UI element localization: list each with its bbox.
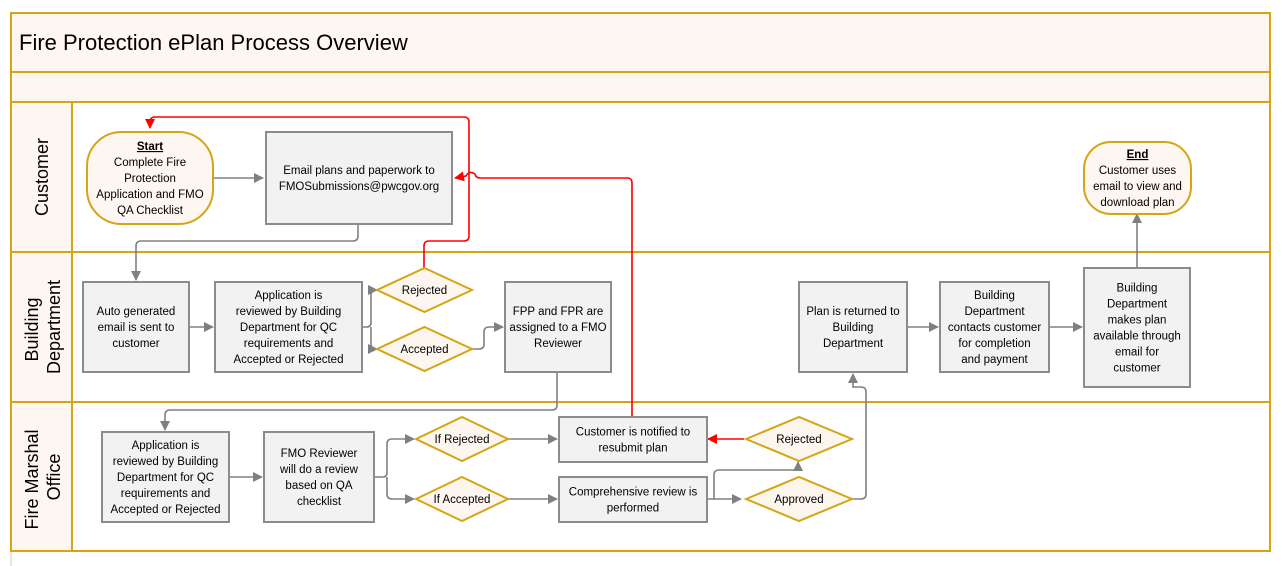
node-text-line: FPP and FPR are bbox=[513, 306, 604, 318]
node-fmo-reviewer: FMO Reviewer will do a review based on QA c… bbox=[263, 431, 375, 523]
node-text-line: for completion bbox=[958, 338, 1030, 350]
process-box bbox=[558, 416, 708, 463]
node-text-line: makes plan bbox=[1108, 315, 1167, 327]
node-heading: End bbox=[1127, 149, 1149, 161]
node-text-line: Comprehensive review is bbox=[569, 487, 698, 499]
node-text-line: Accepted or Rejected bbox=[234, 354, 344, 366]
process-box bbox=[265, 131, 453, 225]
node-text-line: assigned to a FMO bbox=[509, 322, 606, 334]
node-text-line: Customer uses bbox=[1099, 165, 1177, 177]
node-text-line: Accepted or Rejected bbox=[111, 504, 221, 516]
node-text-line: Customer is notified to bbox=[576, 427, 690, 439]
node-text-line: Building bbox=[833, 322, 874, 334]
node-text-line: requirements and bbox=[121, 488, 211, 500]
node-email-plans: Email plans and paperwork to FMOSubmissio… bbox=[265, 131, 453, 225]
node-text-line: Plan is returned to bbox=[806, 306, 899, 318]
node-text-line: email to view and bbox=[1093, 181, 1182, 193]
node-text-line: Complete Fire bbox=[114, 157, 186, 169]
node-text-line: and payment bbox=[961, 354, 1028, 366]
node-text-line: FMOSubmissions@pwcgov.org bbox=[279, 181, 439, 193]
node-text-line: contacts customer bbox=[948, 322, 1041, 334]
node-text-line: Building bbox=[1117, 283, 1158, 295]
diagram-title: Fire Protection ePlan Process Overview bbox=[19, 30, 408, 55]
node-fmo-app-review: Application is reviewed by Building Depart… bbox=[101, 431, 230, 523]
node-text-line: Application is bbox=[132, 440, 200, 452]
node-text-line: based on QA bbox=[285, 480, 352, 492]
node-text-line: Rejected bbox=[776, 434, 821, 446]
node-text-line: performed bbox=[607, 503, 659, 515]
node-text-line: Department bbox=[1107, 299, 1168, 311]
node-text-line: requirements and bbox=[244, 338, 334, 350]
node-makes-available: Building Department makes plan available th… bbox=[1083, 267, 1191, 388]
node-text-line: Approved bbox=[774, 494, 823, 506]
node-text-line: Protection bbox=[124, 173, 176, 185]
node-start: Start Complete Fire Protection Application … bbox=[86, 131, 214, 225]
node-text-line: Reviewer bbox=[534, 338, 582, 350]
node-text-line: If Accepted bbox=[434, 494, 491, 506]
node-text-line: Rejected bbox=[402, 285, 447, 297]
node-comprehensive: Comprehensive review is performed bbox=[558, 476, 708, 523]
node-text-line: customer bbox=[1113, 363, 1160, 375]
node-text-line: Department for QC bbox=[240, 322, 337, 334]
node-heading: Start bbox=[137, 141, 163, 153]
node-notified: Customer is notified to resubmit plan bbox=[558, 416, 708, 463]
node-text-line: available through bbox=[1093, 331, 1181, 343]
node-text-line: download plan bbox=[1100, 197, 1174, 209]
node-text-line: QA Checklist bbox=[117, 205, 184, 217]
node-text-line: reviewed by Building bbox=[236, 306, 341, 318]
node-text-line: Application is bbox=[255, 290, 323, 302]
node-text-line: email for bbox=[1115, 347, 1159, 359]
node-text-line: Accepted bbox=[401, 344, 449, 356]
lane-label-customer: Customer bbox=[32, 138, 52, 216]
process-box bbox=[558, 476, 708, 523]
node-text-line: customer bbox=[112, 338, 159, 350]
node-auto-email: Auto generated email is sent to customer bbox=[82, 281, 190, 373]
phase-bar bbox=[10, 71, 1271, 103]
node-text-line: FMO Reviewer bbox=[281, 448, 358, 460]
node-text-line: Email plans and paperwork to bbox=[283, 165, 435, 177]
node-assign: FPP and FPR are assigned to a FMO Reviewer bbox=[504, 281, 612, 373]
node-text-line: resubmit plan bbox=[598, 443, 667, 455]
node-returned: Plan is returned to Building Department bbox=[798, 281, 908, 373]
node-text-line: checklist bbox=[297, 496, 342, 508]
node-text-line: Department bbox=[823, 338, 884, 350]
process-box bbox=[263, 431, 375, 523]
node-bd-review: Application is reviewed by Building Depart… bbox=[214, 281, 363, 373]
node-text-line: Department for QC bbox=[117, 472, 214, 484]
node-text-line: If Rejected bbox=[435, 434, 490, 446]
node-text-line: reviewed by Building bbox=[113, 456, 218, 468]
node-contacts: Building Department contacts customer for c… bbox=[939, 281, 1050, 373]
node-text-line: email is sent to bbox=[98, 322, 175, 334]
process-diagram: Fire Protection ePlan Process Overview C… bbox=[10, 12, 1271, 566]
node-end: End Customer uses email to view and downloa… bbox=[1083, 141, 1192, 215]
node-text-line: Application and FMO bbox=[96, 189, 203, 201]
node-text-line: Auto generated bbox=[97, 306, 176, 318]
node-text-line: will do a review bbox=[279, 464, 359, 476]
node-text-line: Building bbox=[974, 290, 1015, 302]
node-text-line: Department bbox=[964, 306, 1025, 318]
